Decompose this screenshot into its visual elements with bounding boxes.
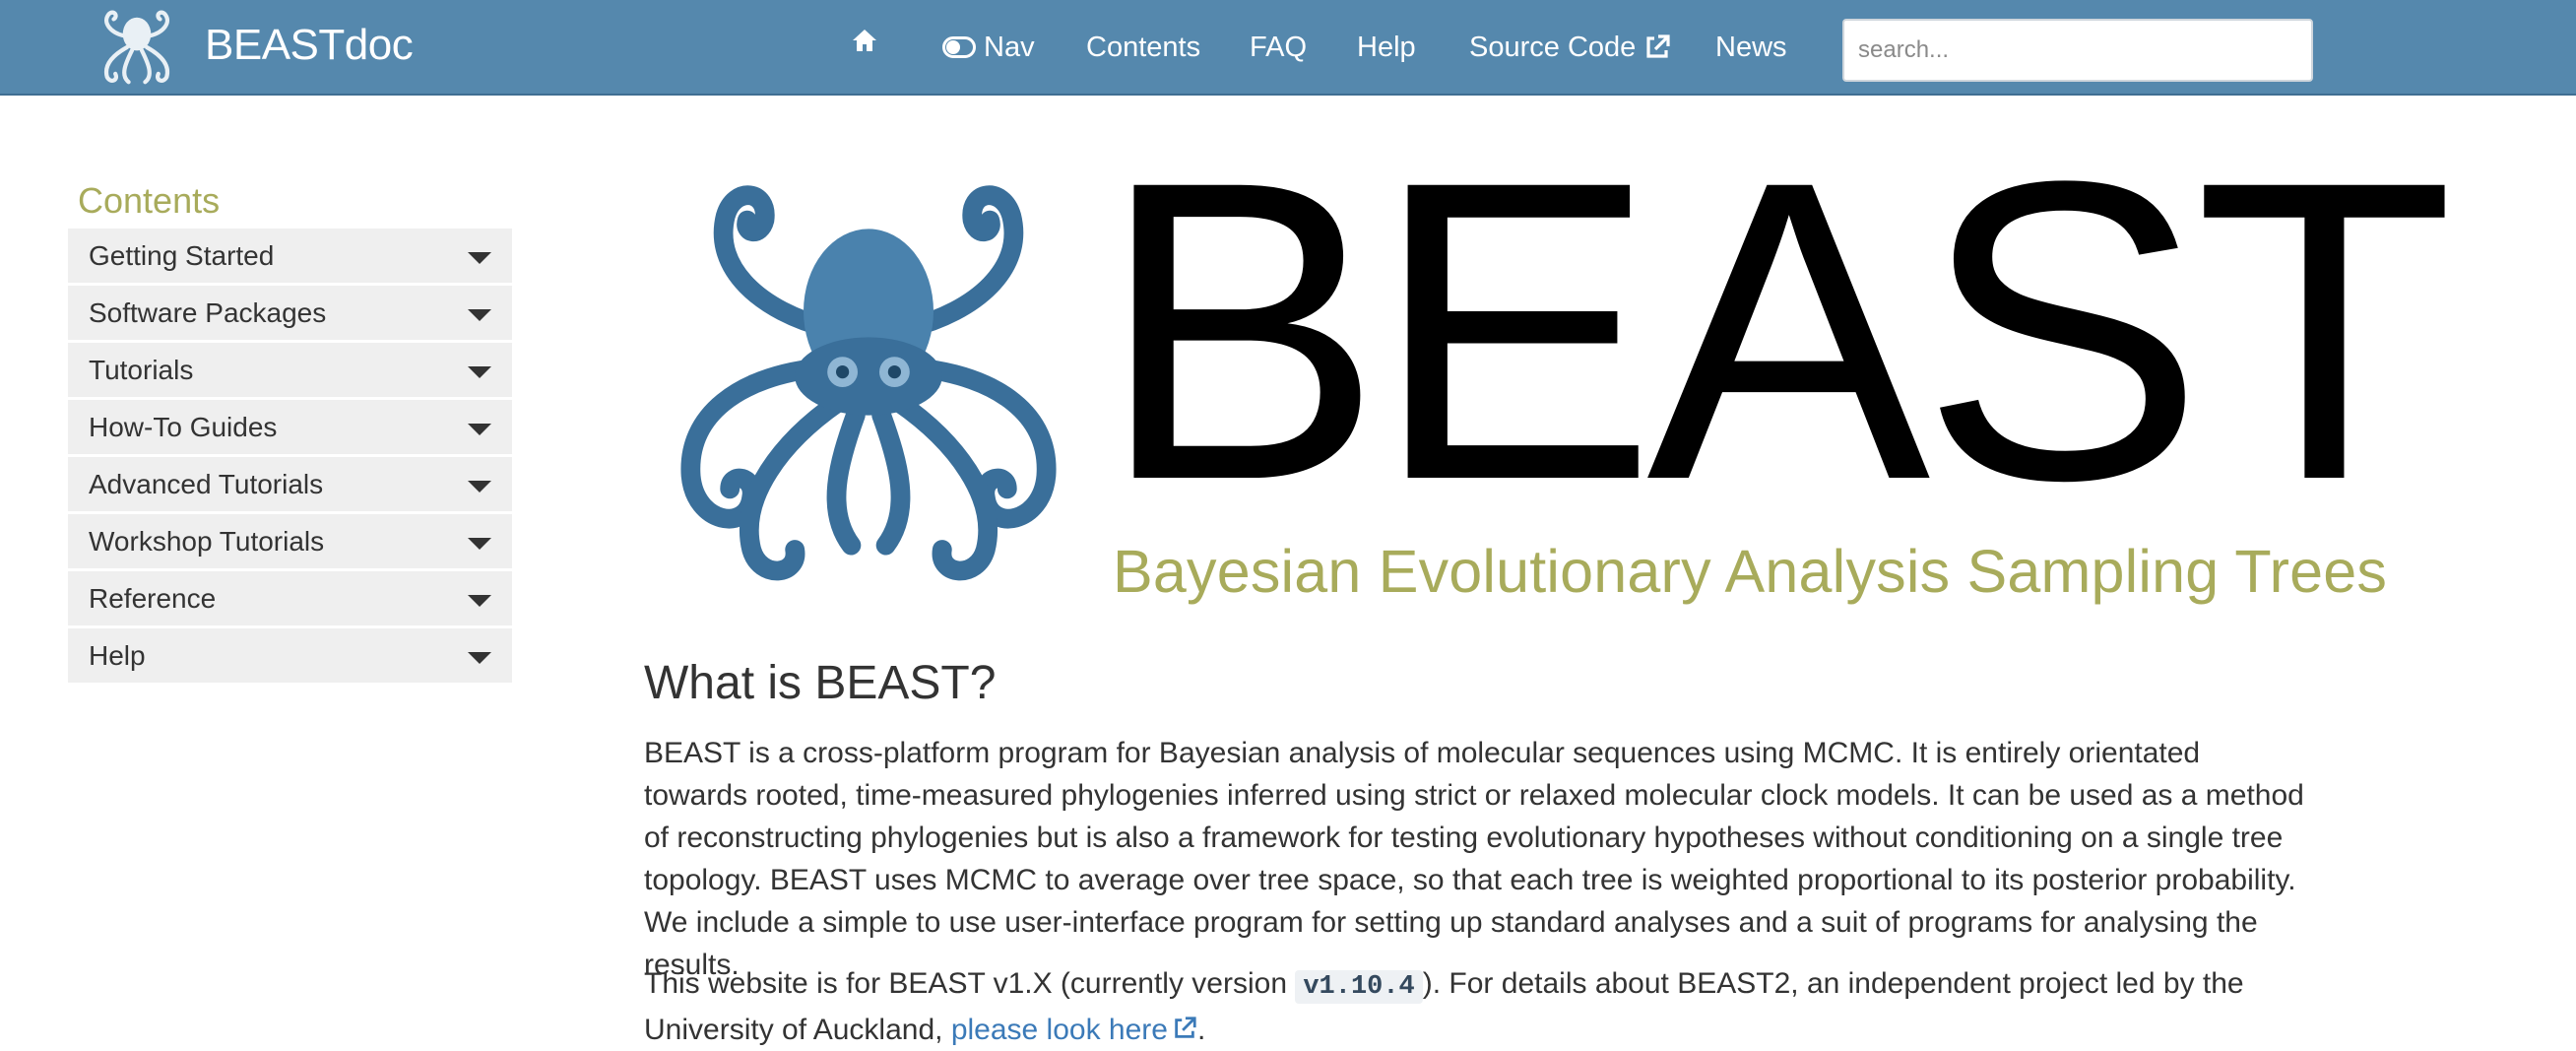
sidebar-item-getting-started[interactable]: Getting Started [68,229,512,283]
sidebar-item-label: Getting Started [89,239,275,271]
caret-down-icon [468,652,491,664]
hero-title: BEAST [1099,93,2454,568]
nav-news[interactable]: News [1715,28,1787,67]
version-text-before: This website is for BEAST v1.X (currentl… [644,967,1296,1000]
sidebar-item-label: Workshop Tutorials [89,525,325,557]
sidebar-item-workshop-tutorials[interactable]: Workshop Tutorials [68,514,512,568]
nav-home[interactable] [851,28,878,53]
caret-down-icon [468,595,491,607]
sidebar-item-label: Reference [89,582,217,614]
caret-down-icon [468,366,491,378]
external-link-icon [1646,34,1670,58]
version-code: v1.10.4 [1295,970,1423,1004]
intro-paragraph: BEAST is a cross-platform program for Ba… [644,737,2304,981]
sidebar-item-advanced-tutorials[interactable]: Advanced Tutorials [68,457,512,511]
beast2-link[interactable]: please look here [951,1014,1197,1046]
toggle-icon [942,36,976,58]
sidebar-item-label: Help [89,639,146,671]
nav-source-code[interactable]: Source Code [1469,28,1671,67]
nav-toggle[interactable]: Nav [942,28,1035,67]
sidebar-item-help[interactable]: Help [68,628,512,683]
version-paragraph: This website is for BEAST v1.X (currentl… [644,962,2308,1051]
hero-subtitle: Bayesian Evolutionary Analysis Sampling … [1113,538,2388,605]
section-heading: What is BEAST? [644,657,997,709]
caret-down-icon [468,481,491,493]
top-navbar: BEASTdoc Nav Contents FAQ Help Source Co… [0,0,2576,96]
caret-down-icon [468,424,491,435]
caret-down-icon [468,538,491,550]
sidebar-item-how-to-guides[interactable]: How-To Guides [68,400,512,454]
sidebar-item-reference[interactable]: Reference [68,571,512,625]
nav-help[interactable]: Help [1357,28,1416,67]
nav-toggle-label: Nav [984,32,1035,63]
caret-down-icon [468,252,491,264]
beast2-link-label: please look here [950,1014,1168,1046]
sidebar-item-tutorials[interactable]: Tutorials [68,343,512,397]
sidebar-title: Contents [78,180,221,221]
search-input[interactable] [1842,19,2313,82]
nav-faq[interactable]: FAQ [1250,28,1307,67]
sidebar-item-label: Advanced Tutorials [89,468,324,499]
sidebar-menu: Getting Started Software Packages Tutori… [68,229,512,686]
caret-down-icon [468,309,491,321]
nav-contents[interactable]: Contents [1086,28,1200,67]
sidebar-item-label: Tutorials [89,354,194,385]
octopus-illustration [680,185,1057,581]
sidebar-item-label: How-To Guides [89,411,278,442]
home-icon [853,30,876,51]
external-link-icon [1175,1017,1196,1038]
sidebar-item-label: Software Packages [89,296,327,328]
brand-name[interactable]: BEASTdoc [205,20,414,71]
version-text-end: . [1196,1014,1206,1046]
octopus-logo-icon[interactable] [95,6,179,89]
nav-source-code-label: Source Code [1469,32,1637,63]
sidebar-item-software-packages[interactable]: Software Packages [68,286,512,340]
